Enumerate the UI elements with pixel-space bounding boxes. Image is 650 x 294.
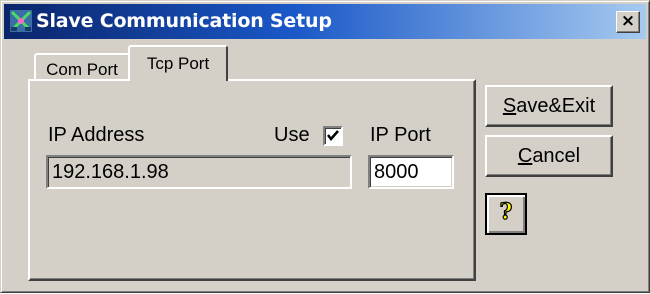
window-title: Slave Communication Setup [36, 10, 332, 32]
save-label: ave&Exit [516, 95, 596, 117]
use-checkbox[interactable] [323, 126, 343, 146]
tcp-port-panel: IP Address Use IP Port 192.168.1.98 8000 [28, 79, 476, 281]
help-button[interactable]: ? [485, 193, 527, 235]
cancel-label: ancel [532, 145, 581, 167]
tab-tcp-port-label: Tcp Port [146, 54, 210, 73]
checkmark-icon [327, 130, 339, 141]
save-exit-button[interactable]: Save&Exit [485, 85, 613, 127]
close-icon: × [620, 11, 636, 31]
title-bar[interactable]: Slave Communication Setup × [4, 4, 646, 39]
cancel-mnemonic: C [517, 145, 533, 167]
dialog-window: Slave Communication Setup × Com Port Tcp… [0, 0, 650, 293]
help-icon: ? [499, 198, 513, 225]
ip-address-label: IP Address [48, 124, 145, 146]
cancel-button[interactable]: Cancel [485, 135, 613, 177]
use-label: Use [274, 124, 310, 146]
tab-com-port[interactable]: Com Port [34, 53, 130, 81]
tab-tcp-port[interactable]: Tcp Port [128, 45, 228, 81]
app-network-icon [10, 10, 32, 32]
ip-address-field[interactable]: 192.168.1.98 [46, 155, 352, 189]
ip-port-field[interactable]: 8000 [368, 155, 454, 189]
ip-port-label: IP Port [370, 124, 431, 146]
close-button[interactable]: × [616, 11, 640, 33]
save-mnemonic: S [502, 95, 517, 117]
tab-com-port-label: Com Port [46, 60, 118, 79]
